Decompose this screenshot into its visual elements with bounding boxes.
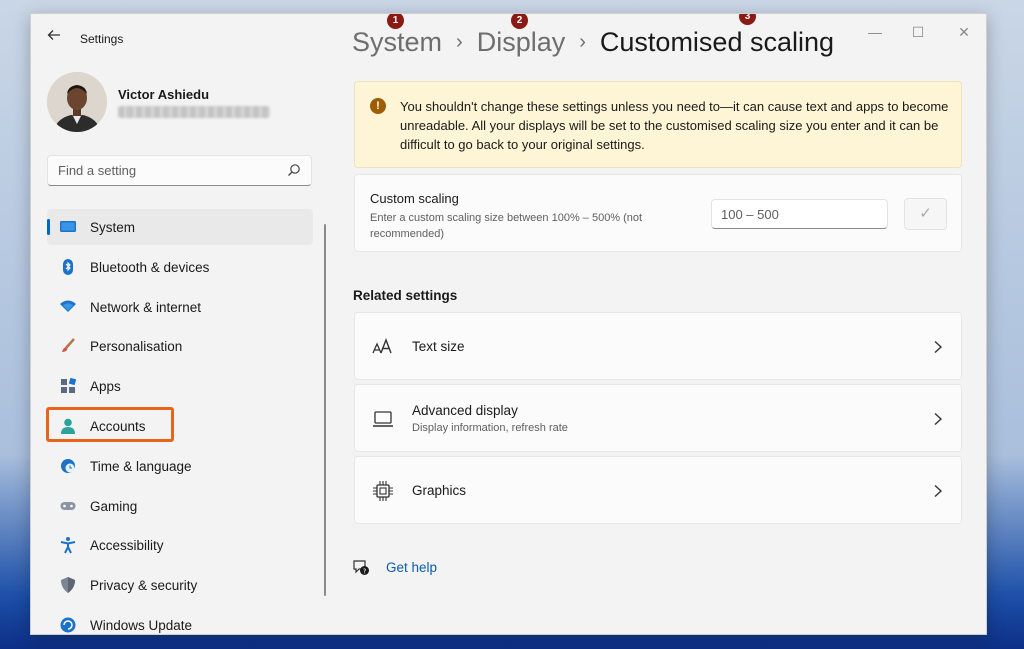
advanced-display-sublabel: Display information, refresh rate bbox=[412, 422, 568, 434]
chevron-right-icon bbox=[934, 412, 943, 426]
page-title: Customised scaling bbox=[599, 27, 835, 57]
annotation-marker-3: 3 bbox=[739, 14, 756, 25]
scaling-size-input[interactable] bbox=[711, 199, 888, 229]
brush-icon bbox=[62, 338, 75, 353]
sidebar-item-label: Accounts bbox=[90, 418, 146, 434]
sidebar-item-time-language[interactable]: Time & language bbox=[47, 448, 313, 484]
back-button[interactable] bbox=[47, 28, 65, 46]
confirm-scaling-button[interactable]: ✓ bbox=[904, 198, 947, 230]
custom-scaling-card: Custom scaling Enter a custom scaling si… bbox=[354, 174, 962, 252]
graphics-label: Graphics bbox=[412, 483, 467, 498]
breadcrumb-system[interactable]: System bbox=[352, 27, 442, 57]
sidebar-item-apps[interactable]: Apps bbox=[47, 368, 313, 404]
text-size-icon bbox=[372, 338, 392, 354]
sidebar-item-bluetooth[interactable]: Bluetooth & devices bbox=[47, 249, 313, 285]
warning-icon: ! bbox=[370, 98, 386, 114]
apps-icon bbox=[61, 378, 77, 394]
sidebar-item-label: Network & internet bbox=[90, 299, 202, 315]
sidebar-item-label: Windows Update bbox=[90, 617, 193, 633]
gamepad-icon bbox=[60, 501, 76, 510]
warning-banner: ! You shouldn't change these settings un… bbox=[354, 81, 962, 168]
related-settings-heading: Related settings bbox=[353, 288, 458, 303]
sidebar-item-accounts[interactable]: Accounts bbox=[47, 408, 313, 444]
shield-icon bbox=[61, 577, 75, 594]
bluetooth-icon bbox=[63, 258, 73, 275]
person-icon bbox=[61, 418, 75, 434]
sidebar-item-network[interactable]: Network & internet bbox=[47, 289, 313, 325]
sidebar-item-personalisation[interactable]: Personalisation bbox=[47, 328, 313, 364]
custom-scaling-title: Custom scaling bbox=[370, 191, 459, 206]
sidebar-item-accessibility[interactable]: Accessibility bbox=[47, 527, 313, 563]
maximize-button[interactable]: ☐ bbox=[904, 22, 932, 42]
search-icon bbox=[288, 164, 300, 176]
help-icon: ? bbox=[353, 560, 369, 576]
close-button[interactable]: ✕ bbox=[950, 22, 978, 42]
back-arrow-icon bbox=[47, 30, 60, 40]
sidebar-item-label: System bbox=[90, 220, 136, 235]
sidebar-item-label: Bluetooth & devices bbox=[90, 259, 210, 275]
svg-text:?: ? bbox=[363, 568, 367, 576]
breadcrumb-display[interactable]: Display bbox=[477, 27, 566, 57]
breadcrumb-separator: › bbox=[456, 31, 463, 53]
warning-text: You shouldn't change these settings unle… bbox=[400, 99, 949, 152]
text-size-label: Text size bbox=[412, 339, 465, 354]
custom-scaling-description: Enter a custom scaling size between 100%… bbox=[370, 212, 643, 240]
sidebar-item-label: Personalisation bbox=[90, 339, 183, 355]
user-photo-icon bbox=[47, 72, 107, 132]
sidebar-scrollbar[interactable] bbox=[324, 224, 326, 596]
monitor-icon bbox=[60, 221, 76, 232]
sidebar-item-label: Apps bbox=[90, 379, 121, 395]
breadcrumb-separator: › bbox=[579, 31, 586, 53]
sidebar-item-label: Time & language bbox=[90, 458, 192, 474]
sidebar-item-gaming[interactable]: Gaming bbox=[47, 488, 313, 524]
chevron-right-icon bbox=[934, 340, 943, 354]
chip-icon bbox=[373, 481, 393, 501]
user-email-redacted bbox=[118, 106, 270, 118]
chevron-right-icon bbox=[934, 484, 943, 498]
advanced-display-row[interactable]: Advanced display Display information, re… bbox=[354, 384, 962, 452]
laptop-icon bbox=[373, 411, 393, 427]
get-help-link[interactable]: Get help bbox=[386, 560, 437, 575]
advanced-display-label: Advanced display bbox=[412, 403, 518, 418]
update-icon bbox=[60, 617, 76, 633]
sidebar-item-label: Accessibility bbox=[90, 538, 164, 554]
sidebar-nav: System Bluetooth & devices Network & int… bbox=[47, 209, 313, 634]
search-box[interactable] bbox=[47, 155, 312, 186]
search-input[interactable] bbox=[58, 163, 278, 178]
accessibility-icon bbox=[60, 537, 76, 554]
sidebar-item-windows-update[interactable]: Windows Update bbox=[47, 607, 313, 634]
avatar[interactable] bbox=[47, 72, 107, 132]
clock-globe-icon bbox=[61, 458, 75, 473]
sidebar-item-system[interactable]: System bbox=[47, 209, 313, 245]
sidebar-item-privacy[interactable]: Privacy & security bbox=[47, 567, 313, 603]
breadcrumb: System › Display › Customised scaling bbox=[352, 27, 834, 63]
app-title: Settings bbox=[80, 32, 124, 46]
sidebar-item-label: Gaming bbox=[90, 498, 138, 514]
minimize-button[interactable]: — bbox=[861, 22, 889, 42]
sidebar-item-label: Privacy & security bbox=[90, 578, 198, 594]
text-size-row[interactable]: Text size bbox=[354, 312, 962, 380]
graphics-row[interactable]: Graphics bbox=[354, 456, 962, 524]
checkmark-icon: ✓ bbox=[919, 205, 932, 222]
settings-window: Settings — ☐ ✕ Victor Ashiedu System Blu… bbox=[30, 13, 987, 635]
user-name: Victor Ashiedu bbox=[118, 87, 210, 102]
wifi-icon bbox=[60, 300, 76, 312]
